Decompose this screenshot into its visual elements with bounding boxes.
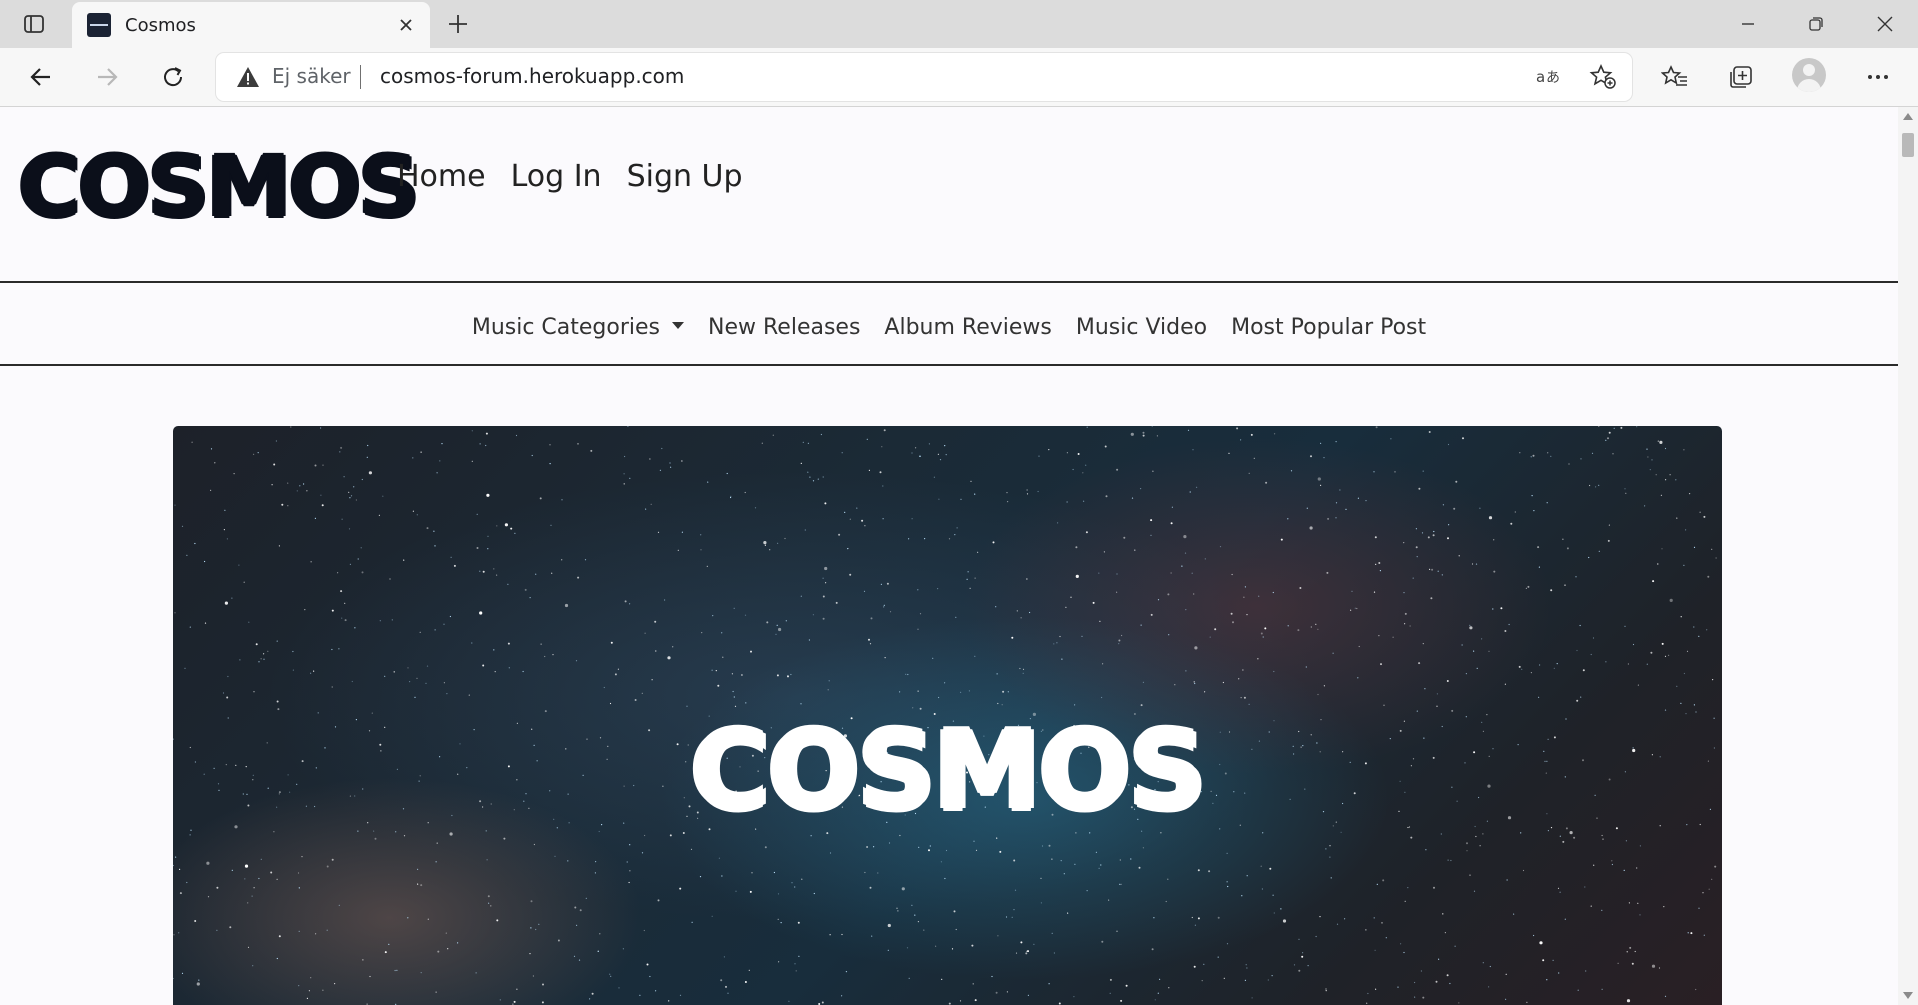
caret-down-icon — [672, 321, 685, 329]
address-bar[interactable]: Ej säker cosmos-forum.herokuapp.com aあ — [216, 53, 1632, 101]
favorites-icon[interactable] — [1654, 57, 1696, 97]
nav-home-link[interactable]: Home — [397, 159, 486, 194]
music-categories-dropdown[interactable]: Music Categories — [471, 314, 685, 340]
music-video-link[interactable]: Music Video — [1076, 315, 1207, 340]
new-releases-link[interactable]: New Releases — [708, 315, 860, 340]
back-arrow-icon[interactable] — [20, 57, 62, 97]
hero-banner: COSMOS — [173, 426, 1722, 1005]
scroll-thumb[interactable] — [1902, 133, 1914, 157]
category-nav: Music Categories New Releases Album Revi… — [0, 283, 1898, 371]
tab-strip: Cosmos — [0, 0, 1918, 48]
nav-signup-link[interactable]: Sign Up — [627, 159, 743, 194]
translate-icon[interactable]: aあ — [1534, 63, 1564, 91]
scroll-down-arrow-icon[interactable] — [1903, 992, 1913, 999]
browser-toolbar: Ej säker cosmos-forum.herokuapp.com aあ — [0, 48, 1918, 107]
most-popular-post-link[interactable]: Most Popular Post — [1231, 315, 1426, 340]
page-viewport: COSMOS Home Log In Sign Up Music Categor… — [0, 107, 1898, 1005]
url-text[interactable]: cosmos-forum.herokuapp.com — [380, 64, 684, 88]
forward-arrow-icon[interactable] — [86, 57, 128, 97]
address-separator — [360, 65, 361, 89]
tab-favicon — [87, 13, 111, 37]
scroll-up-arrow-icon[interactable] — [1903, 113, 1913, 120]
svg-text:あ: あ — [1546, 70, 1560, 86]
restore-icon[interactable] — [1788, 4, 1844, 44]
close-window-icon[interactable] — [1857, 4, 1913, 44]
site-logo[interactable]: COSMOS — [18, 138, 420, 236]
add-favorite-icon[interactable] — [1588, 63, 1618, 91]
tab-title: Cosmos — [125, 14, 196, 36]
more-icon[interactable] — [1857, 57, 1899, 97]
collections-icon[interactable] — [1720, 57, 1762, 97]
music-categories-label: Music Categories — [471, 314, 661, 340]
nav-login-link[interactable]: Log In — [511, 159, 602, 194]
close-icon[interactable] — [394, 13, 418, 37]
plus-icon[interactable] — [440, 8, 476, 40]
hero-title: COSMOS — [690, 709, 1207, 834]
refresh-icon[interactable] — [152, 57, 194, 97]
page-scrollbar[interactable] — [1898, 107, 1918, 1005]
profile-avatar[interactable] — [1792, 58, 1826, 92]
browser-tab[interactable]: Cosmos — [72, 2, 430, 48]
tab-actions-icon[interactable] — [16, 8, 52, 40]
top-nav: Home Log In Sign Up — [397, 159, 743, 194]
security-label[interactable]: Ej säker — [272, 64, 351, 88]
category-divider — [0, 364, 1898, 366]
warning-icon[interactable] — [236, 66, 260, 92]
album-reviews-link[interactable]: Album Reviews — [884, 315, 1051, 340]
svg-text:a: a — [1536, 68, 1545, 86]
minimize-icon[interactable] — [1720, 4, 1776, 44]
